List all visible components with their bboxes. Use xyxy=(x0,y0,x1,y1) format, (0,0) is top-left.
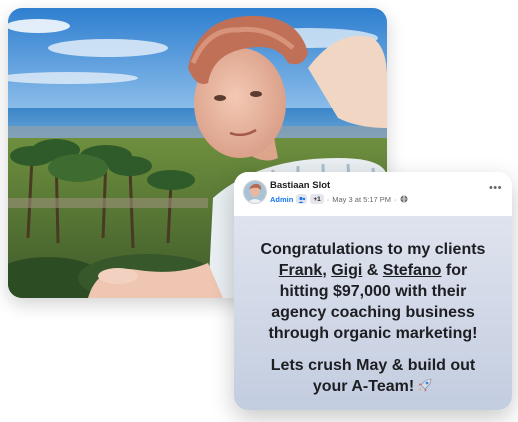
globe-icon xyxy=(400,195,408,203)
author-name[interactable]: Bastiaan Slot xyxy=(270,180,330,191)
group-badge-icon[interactable] xyxy=(296,194,308,204)
badge-count[interactable]: +1 xyxy=(310,194,324,204)
client-tag-frank[interactable]: Frank xyxy=(279,262,323,279)
facebook-post-card[interactable]: Bastiaan Slot Admin +1 · May 3 at 5:17 P… xyxy=(234,172,512,410)
post-header: Bastiaan Slot Admin +1 · May 3 at 5:17 P… xyxy=(234,172,512,216)
message-line-6: Lets crush May & build out xyxy=(270,357,476,374)
more-horizontal-icon[interactable]: ••• xyxy=(489,183,502,194)
message-line-5: through organic marketing! xyxy=(268,325,478,342)
author-avatar[interactable] xyxy=(243,180,267,204)
meta-separator-2: · xyxy=(394,194,397,204)
message-line-1: Congratulations to my clients xyxy=(260,241,486,258)
message-line-2: Frank, Gigi & Stefano for xyxy=(234,260,512,281)
ampersand: & xyxy=(362,262,383,279)
rocket-icon xyxy=(418,378,432,392)
post-background-text: Congratulations to my clients Frank, Gig… xyxy=(234,216,512,410)
post-meta: Admin +1 · May 3 at 5:17 PM · xyxy=(270,193,408,205)
message-line-4: agency coaching business xyxy=(271,304,475,321)
client-tag-gigi[interactable]: Gigi xyxy=(331,262,362,279)
comma: , xyxy=(322,262,332,279)
admin-badge[interactable]: Admin xyxy=(270,195,293,204)
client-tag-stefano[interactable]: Stefano xyxy=(383,262,442,279)
post-timestamp[interactable]: May 3 at 5:17 PM xyxy=(332,195,391,204)
line-2-end: for xyxy=(441,262,468,279)
message-line-3: hitting $97,000 with their xyxy=(279,283,467,300)
message-line-7-text: your A-Team! xyxy=(312,378,415,395)
post-message: Congratulations to my clients Frank, Gig… xyxy=(234,239,512,397)
meta-separator: · xyxy=(326,194,330,204)
message-line-7: your A-Team! xyxy=(234,376,512,397)
